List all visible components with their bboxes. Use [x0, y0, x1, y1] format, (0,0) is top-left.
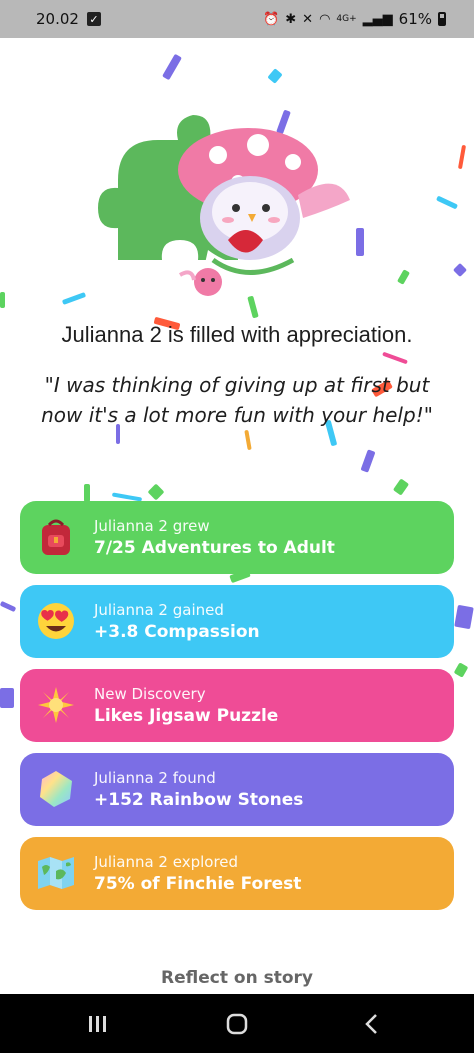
- rainbow-stone-icon: [40, 771, 72, 807]
- alarm-icon: ⏰: [263, 11, 280, 27]
- bluetooth-icon: ✱: [285, 11, 297, 27]
- signal-icon: ▂▄▆: [362, 11, 393, 27]
- confetti-piece: [457, 144, 467, 170]
- card-title: 7/25 Adventures to Adult: [94, 537, 335, 558]
- network-type: 4G+: [336, 14, 357, 24]
- pet-quote: "I was thinking of giving up at first bu…: [41, 373, 433, 427]
- confetti-piece: [454, 604, 474, 630]
- confetti-piece: [392, 478, 410, 496]
- status-bar: 20.02 ✓ ⏰ ✱ ✕ ◠ 4G+ ▂▄▆ 61%: [0, 0, 474, 38]
- confetti-piece: [162, 53, 182, 81]
- checkbox-notification-icon: ✓: [86, 12, 101, 26]
- card-subtitle: Julianna 2 found: [94, 768, 216, 787]
- confetti-piece: [453, 662, 469, 678]
- confetti-piece: [452, 262, 468, 278]
- wifi-icon: ◠: [319, 11, 331, 27]
- card-subtitle: Julianna 2 grew: [94, 516, 210, 535]
- back-icon[interactable]: [352, 1008, 392, 1040]
- status-time: 20.02: [36, 10, 79, 28]
- growth-card[interactable]: Julianna 2 grew 7/25 Adventures to Adult: [20, 501, 454, 574]
- home-icon[interactable]: [217, 1008, 257, 1040]
- heart-eyes-emoji-icon: [38, 603, 74, 639]
- battery-percent: 61%: [398, 10, 432, 28]
- reflect-on-story-button[interactable]: Reflect on story: [0, 968, 474, 988]
- confetti-piece: [267, 68, 283, 84]
- card-title: +152 Rainbow Stones: [94, 789, 304, 810]
- confetti-piece: [360, 449, 376, 473]
- confetti-piece: [84, 484, 90, 502]
- confetti-piece: [396, 269, 411, 285]
- card-title: Likes Jigsaw Puzzle: [94, 705, 279, 726]
- discovery-card[interactable]: New Discovery Likes Jigsaw Puzzle: [20, 669, 454, 742]
- confetti-piece: [435, 195, 459, 210]
- rainbow-stones-card[interactable]: Julianna 2 found +152 Rainbow Stones: [20, 753, 454, 826]
- battery-icon: [438, 12, 446, 26]
- confetti-piece: [147, 483, 165, 501]
- recent-apps-icon[interactable]: [78, 1008, 118, 1040]
- card-subtitle: New Discovery: [94, 684, 206, 703]
- confetti-piece: [61, 292, 87, 305]
- exploration-card[interactable]: Julianna 2 explored 75% of Finchie Fores…: [20, 837, 454, 910]
- card-title: 75% of Finchie Forest: [94, 873, 302, 894]
- confetti-piece: [0, 600, 17, 613]
- confetti-piece: [244, 429, 252, 451]
- card-title: +3.8 Compassion: [94, 621, 260, 642]
- card-subtitle: Julianna 2 explored: [94, 852, 239, 871]
- sparkle-sun-icon: [38, 687, 74, 723]
- confetti-piece: [0, 292, 5, 308]
- map-icon: [38, 857, 74, 889]
- card-subtitle: Julianna 2 gained: [94, 600, 224, 619]
- system-nav-bar: [0, 994, 474, 1053]
- backpack-icon: [42, 519, 70, 555]
- appreciation-headline: Julianna 2 is filled with appreciation.: [61, 322, 413, 347]
- mute-icon: ✕: [302, 11, 314, 27]
- confetti-piece: [382, 351, 408, 365]
- pet-character-illustration: [98, 115, 350, 296]
- compassion-card[interactable]: Julianna 2 gained +3.8 Compassion: [20, 585, 454, 658]
- confetti-piece: [0, 688, 14, 708]
